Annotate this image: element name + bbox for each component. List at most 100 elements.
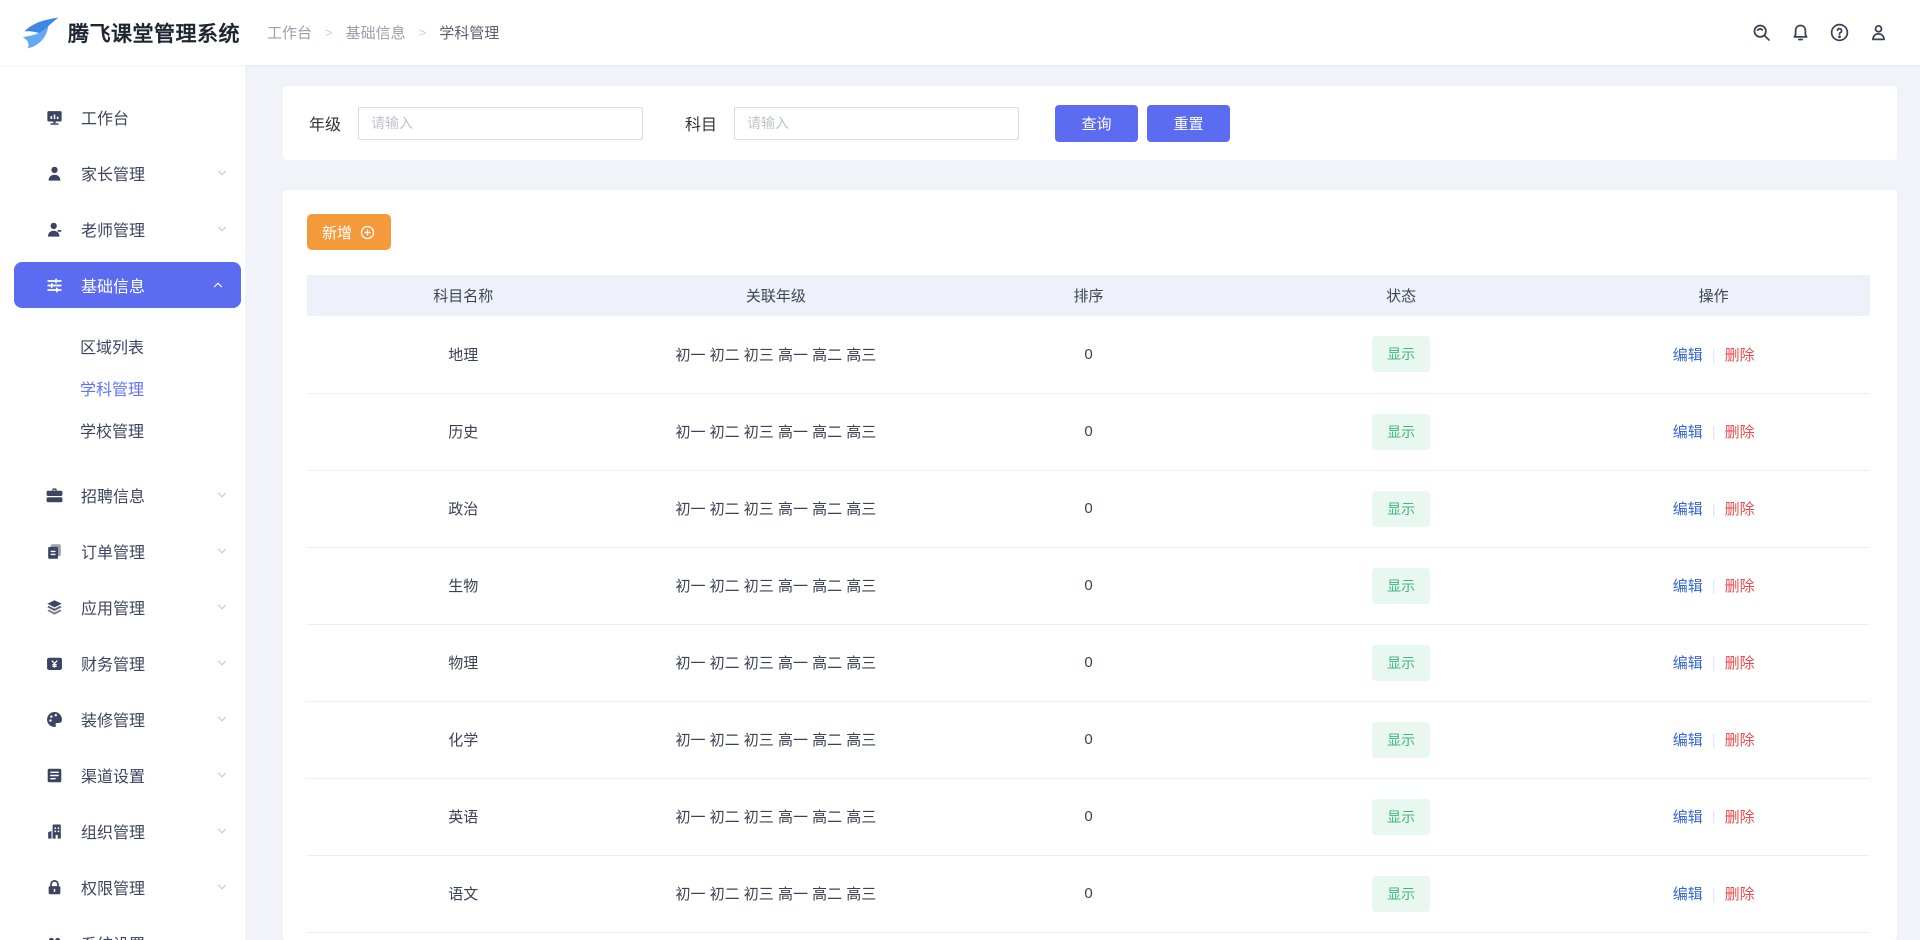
action-separator: |	[1712, 732, 1716, 749]
chevron-down-icon	[215, 936, 229, 940]
edit-link[interactable]: 编辑	[1673, 578, 1703, 595]
sidebar-item-basic-info[interactable]: 基础信息	[14, 262, 241, 308]
filter-input-grade[interactable]	[358, 107, 643, 140]
wallet-icon	[45, 654, 64, 673]
sidebar-item-finance[interactable]: 财务管理	[0, 635, 245, 691]
grades-cell: 初一 初二 初三 高一 高二 高三	[620, 316, 933, 393]
dashboard-icon	[45, 108, 64, 127]
chevron-down-icon	[215, 824, 229, 838]
add-button[interactable]: 新增	[307, 214, 391, 250]
layers-icon	[45, 598, 64, 617]
action-separator: |	[1712, 655, 1716, 672]
edit-link[interactable]: 编辑	[1673, 501, 1703, 518]
table-header-row: 科目名称关联年级排序状态操作	[307, 275, 1870, 316]
status-cell: 显示	[1245, 316, 1558, 393]
filter-label-grade: 年级	[309, 111, 341, 135]
sort-cell: 0	[932, 547, 1245, 624]
sidebar-item-label: 渠道设置	[81, 763, 215, 787]
app-title: 腾飞课堂管理系统	[68, 18, 240, 48]
parent-icon	[45, 164, 64, 183]
sidebar-item-channels[interactable]: 渠道设置	[0, 747, 245, 803]
delete-link[interactable]: 删除	[1725, 732, 1755, 749]
delete-link[interactable]: 删除	[1725, 501, 1755, 518]
subjects-table: 科目名称关联年级排序状态操作 地理初一 初二 初三 高一 高二 高三0显示编辑|…	[307, 275, 1870, 933]
sidebar-item-label: 订单管理	[81, 539, 215, 563]
edit-link[interactable]: 编辑	[1673, 732, 1703, 749]
column-header: 关联年级	[620, 275, 933, 316]
chevron-down-icon	[215, 656, 229, 670]
user-icon[interactable]	[1868, 22, 1890, 44]
sort-cell: 0	[932, 470, 1245, 547]
sidebar-item-recruitment[interactable]: 招聘信息	[0, 467, 245, 523]
status-badge: 显示	[1372, 336, 1430, 372]
status-badge: 显示	[1372, 568, 1430, 604]
chevron-down-icon	[215, 166, 229, 180]
sidebar-item-school-mgmt[interactable]: 学校管理	[0, 409, 245, 451]
search-icon[interactable]	[1751, 22, 1773, 44]
chevron-down-icon	[215, 600, 229, 614]
delete-link[interactable]: 删除	[1725, 809, 1755, 826]
status-badge: 显示	[1372, 491, 1430, 527]
column-header: 状态	[1245, 275, 1558, 316]
grades-cell: 初一 初二 初三 高一 高二 高三	[620, 547, 933, 624]
sort-cell: 0	[932, 393, 1245, 470]
edit-link[interactable]: 编辑	[1673, 886, 1703, 903]
edit-link[interactable]: 编辑	[1673, 424, 1703, 441]
sidebar-item-subject-mgmt[interactable]: 学科管理	[0, 367, 245, 409]
bell-icon[interactable]	[1790, 22, 1812, 44]
table-card: 新增 科目名称关联年级排序状态操作 地理初一 初二 初三 高一 高二 高三0显示…	[283, 190, 1897, 940]
sidebar-item-label: 应用管理	[81, 595, 215, 619]
sidebar-menu: 工作台家长管理老师管理基础信息区域列表学科管理学校管理招聘信息订单管理应用管理财…	[0, 89, 245, 940]
sidebar-submenu: 区域列表学科管理学校管理	[0, 313, 245, 467]
breadcrumb-item[interactable]: 基础信息	[346, 22, 406, 43]
chevron-down-icon	[215, 222, 229, 236]
actions-cell: 编辑 | 删除	[1557, 701, 1870, 778]
delete-link[interactable]: 删除	[1725, 347, 1755, 364]
breadcrumb-separator: >	[325, 25, 333, 40]
sidebar-item-permissions[interactable]: 权限管理	[0, 859, 245, 915]
delete-link[interactable]: 删除	[1725, 655, 1755, 672]
column-header: 科目名称	[307, 275, 620, 316]
breadcrumb-item[interactable]: 工作台	[267, 22, 312, 43]
sidebar-item-system[interactable]: 系统设置	[0, 915, 245, 940]
actions-cell: 编辑 | 删除	[1557, 624, 1870, 701]
sidebar-item-label: 工作台	[81, 105, 229, 129]
sidebar-item-organization[interactable]: 组织管理	[0, 803, 245, 859]
delete-link[interactable]: 删除	[1725, 424, 1755, 441]
sidebar-item-teachers[interactable]: 老师管理	[0, 201, 245, 257]
edit-link[interactable]: 编辑	[1673, 655, 1703, 672]
delete-link[interactable]: 删除	[1725, 578, 1755, 595]
channel-icon	[45, 766, 64, 785]
sidebar-item-parents[interactable]: 家长管理	[0, 145, 245, 201]
reset-button[interactable]: 重置	[1147, 105, 1230, 142]
status-cell: 显示	[1245, 393, 1558, 470]
sidebar-item-workbench[interactable]: 工作台	[0, 89, 245, 145]
help-icon[interactable]	[1829, 22, 1851, 44]
status-badge: 显示	[1372, 876, 1430, 912]
orders-icon	[45, 542, 64, 561]
table-row: 化学初一 初二 初三 高一 高二 高三0显示编辑|删除	[307, 701, 1870, 778]
sliders-icon	[45, 276, 64, 295]
chevron-down-icon	[215, 880, 229, 894]
edit-link[interactable]: 编辑	[1673, 809, 1703, 826]
sidebar-item-apps[interactable]: 应用管理	[0, 579, 245, 635]
grades-cell: 初一 初二 初三 高一 高二 高三	[620, 855, 933, 932]
grades-cell: 初一 初二 初三 高一 高二 高三	[620, 393, 933, 470]
filter-buttons: 查询 重置	[1055, 105, 1230, 142]
action-separator: |	[1712, 347, 1716, 364]
status-badge: 显示	[1372, 645, 1430, 681]
sidebar-item-orders[interactable]: 订单管理	[0, 523, 245, 579]
subject-name-cell: 化学	[307, 701, 620, 778]
main-content: 年级科目 查询 重置 新增 科目名称关联年级排序状态操作 地理初一 初二 初三	[245, 65, 1920, 940]
filter-input-subject[interactable]	[734, 107, 1019, 140]
breadcrumb-item: 学科管理	[439, 22, 499, 43]
subject-name-cell: 历史	[307, 393, 620, 470]
sort-cell: 0	[932, 701, 1245, 778]
sidebar-item-region-list[interactable]: 区域列表	[0, 325, 245, 367]
delete-link[interactable]: 删除	[1725, 886, 1755, 903]
grades-cell: 初一 初二 初三 高一 高二 高三	[620, 701, 933, 778]
breadcrumb: 工作台>基础信息>学科管理	[267, 22, 499, 43]
sidebar-item-decoration[interactable]: 装修管理	[0, 691, 245, 747]
edit-link[interactable]: 编辑	[1673, 347, 1703, 364]
search-button[interactable]: 查询	[1055, 105, 1138, 142]
